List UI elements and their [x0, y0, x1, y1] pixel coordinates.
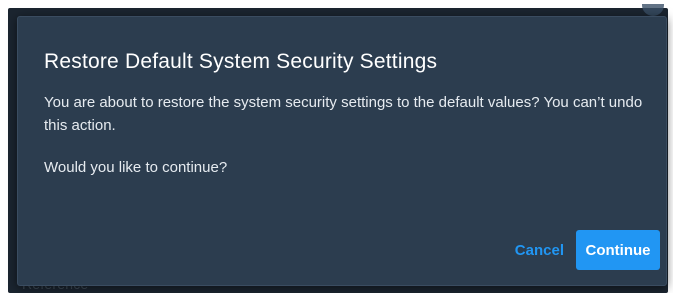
dialog-body: You are about to restore the system secu…: [44, 91, 649, 179]
confirm-dialog: Restore Default System Security Settings…: [17, 16, 667, 286]
continue-button[interactable]: Continue: [576, 230, 660, 270]
dialog-actions: Cancel Continue: [513, 230, 660, 270]
dialog-question: Would you like to continue?: [44, 159, 228, 176]
cancel-button[interactable]: Cancel: [513, 230, 566, 270]
dialog-message: You are about to restore the system secu…: [44, 94, 643, 134]
dialog-title: Restore Default System Security Settings: [44, 50, 438, 73]
corner-indicator: [642, 4, 664, 16]
